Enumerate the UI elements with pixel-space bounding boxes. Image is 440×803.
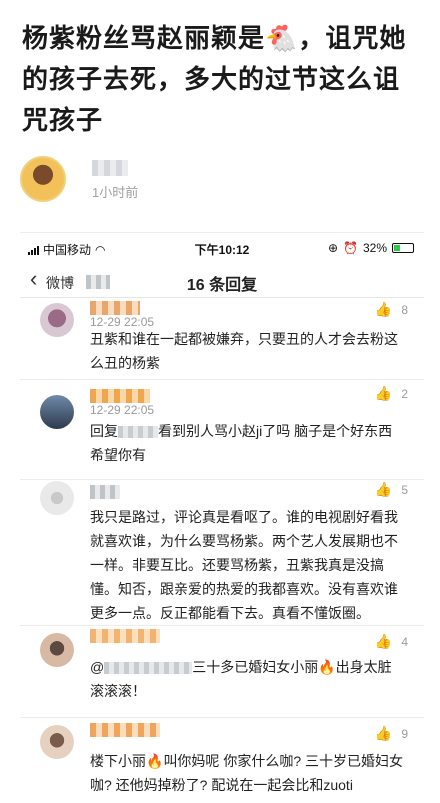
author-name-blurred[interactable] (92, 160, 128, 176)
reply-item: 👍 9 楼下小丽🔥叫你妈呢 你家什么咖? 三十岁已婚妇女咖? 还他妈掉粉了? 配… (20, 717, 424, 803)
like-count: 9 (401, 727, 408, 741)
author-row[interactable]: 1小时前 (20, 156, 420, 206)
like-icon[interactable]: 👍 (375, 725, 392, 742)
fire-emoji-icon: 🔥 (318, 659, 336, 675)
like-count: 2 (401, 387, 408, 401)
like-count: 4 (401, 635, 408, 649)
username-blurred[interactable] (90, 485, 120, 499)
like-icon[interactable]: 👍 (375, 481, 392, 498)
alarm-icon: ⏰ (343, 241, 358, 255)
battery-percent: 32% (362, 241, 387, 255)
reply-time: 12-29 22:05 (90, 403, 155, 417)
like-count: 8 (401, 303, 408, 317)
battery-icon (392, 243, 414, 253)
rotation-lock-icon: ⊕ (327, 241, 339, 255)
like-count: 5 (401, 483, 408, 497)
reply-text: 回复 看到别人骂小赵ji了吗 脑子是个好东西 希望你有 (90, 423, 393, 463)
username-blurred[interactable] (90, 301, 140, 315)
embedded-screenshot: 中国移动 ◠ 下午10:12 ⊕ ⏰ 32% ‹ 微博 16 条回复 12-29… (20, 232, 424, 803)
status-bar: 中国移动 ◠ 下午10:12 ⊕ ⏰ 32% (20, 233, 424, 263)
nav-bar: ‹ 微博 16 条回复 (20, 263, 424, 298)
like-icon[interactable]: 👍 (375, 301, 392, 318)
reply-text: 我只是路过，评论真是看呕了。谁的电视剧好看我就喜欢谁，为什么要骂杨紫。两个艺人发… (90, 509, 398, 621)
reply-item: 12-29 22:05 👍 2 回复 看到别人骂小赵ji了吗 脑子是个好东西 希望… (20, 379, 424, 480)
reply-item: 👍 5 我只是路过，评论真是看呕了。谁的电视剧好看我就喜欢谁，为什么要骂杨紫。两… (20, 479, 424, 626)
reply-text: 楼下小丽🔥叫你妈呢 你家什么咖? 三十岁已婚妇女咖? 还他妈掉粉了? 配说在一起… (90, 753, 404, 793)
mention-blurred[interactable] (118, 426, 158, 439)
avatar[interactable] (40, 395, 74, 429)
avatar[interactable] (40, 725, 74, 759)
author-avatar[interactable] (20, 156, 66, 202)
article-title: 杨紫粉丝骂赵丽颖是🐔，诅咒她的孩子去死，多大的过节这么诅咒孩子 (22, 23, 407, 135)
reply-item: 👍 4 @ 三十多已婚妇女小丽🔥出身太脏滚滚滚！ (20, 625, 424, 718)
page-title: 16 条回复 (186, 277, 258, 294)
username-blurred[interactable] (90, 629, 160, 643)
like-icon[interactable]: 👍 (375, 385, 392, 402)
avatar[interactable] (40, 481, 74, 515)
reply-text: 丑紫和谁在一起都被嫌弃，只要丑的人才会去粉这么丑的杨紫 (90, 331, 398, 371)
username-blurred[interactable] (90, 723, 160, 737)
reply-item: 12-29 22:05 👍 8 丑紫和谁在一起都被嫌弃，只要丑的人才会去粉这么丑… (20, 297, 424, 380)
fire-emoji-icon: 🔥 (146, 753, 164, 769)
mention-blurred[interactable] (104, 662, 193, 675)
avatar[interactable] (40, 303, 74, 337)
post-time: 1小时前 (92, 185, 139, 200)
avatar[interactable] (40, 633, 74, 667)
like-icon[interactable]: 👍 (375, 633, 392, 650)
reply-text: @ 三十多已婚妇女小丽🔥出身太脏滚滚滚！ (90, 659, 392, 699)
username-blurred[interactable] (90, 389, 150, 403)
